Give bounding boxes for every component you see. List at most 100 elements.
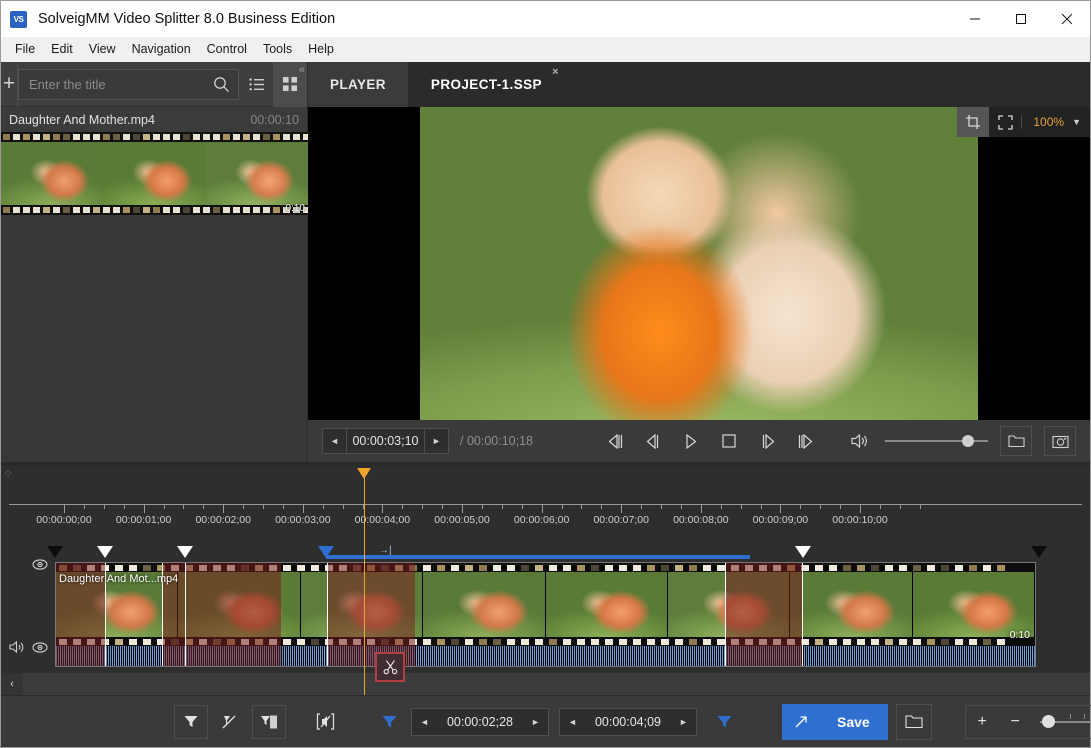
save-button[interactable]: Save (782, 704, 888, 740)
volume-knob[interactable] (962, 435, 974, 447)
close-button[interactable] (1044, 1, 1090, 37)
start-flag-icon[interactable] (372, 705, 406, 739)
timeline-marker[interactable] (1031, 546, 1047, 558)
list-view-icon[interactable] (239, 62, 273, 107)
media-item-thumbnail[interactable]: 0:10 (1, 132, 308, 215)
trim-start-prev-button[interactable]: ◄ (412, 709, 437, 735)
next-frame-icon[interactable] (786, 426, 824, 456)
volume-slider[interactable] (885, 433, 988, 449)
timeline-marker[interactable] (318, 546, 334, 558)
play-icon[interactable] (672, 426, 710, 456)
clip-audio-waveform (56, 646, 1035, 666)
timeline-marker[interactable] (177, 546, 193, 558)
zoom-in-button[interactable]: + (966, 706, 999, 738)
search-input[interactable] (19, 77, 205, 92)
zoom-level-dropdown[interactable]: 100% ▼ (1021, 115, 1090, 129)
film-perforation (731, 639, 739, 645)
ruler-tick (542, 504, 543, 513)
prev-frame-icon[interactable] (596, 426, 634, 456)
prev-keyframe-icon[interactable] (634, 426, 672, 456)
end-flag-icon[interactable] (707, 705, 741, 739)
film-perforation (381, 565, 389, 571)
film-perforation (33, 134, 40, 140)
fullscreen-icon[interactable] (989, 107, 1021, 137)
timeline-horizontal-scrollbar[interactable]: ‹ (1, 673, 1090, 695)
timeline-track[interactable]: →| (1, 546, 1090, 671)
trim-end-stepper[interactable]: ◄ 00:00:04;09 ► (559, 708, 697, 736)
video-visibility-eye-icon[interactable] (32, 556, 48, 572)
menu-help[interactable]: Help (300, 39, 342, 60)
ruler-label: 00:00:07;00 (593, 514, 648, 526)
menu-navigation[interactable]: Navigation (124, 39, 199, 60)
scissors-icon[interactable] (375, 652, 405, 682)
playhead-handle[interactable] (357, 468, 371, 479)
trim-start-next-button[interactable]: ► (523, 709, 548, 735)
film-perforation (969, 639, 977, 645)
search-icon[interactable] (205, 69, 238, 100)
time-step-forward-button[interactable]: ► (425, 429, 448, 453)
crop-icon[interactable] (957, 107, 989, 137)
media-item-header[interactable]: Daughter And Mother.mp4 00:00:10 (1, 107, 307, 132)
trim-end-next-button[interactable]: ► (671, 709, 696, 735)
playhead[interactable] (364, 478, 365, 695)
tab-close-icon[interactable]: × (552, 66, 559, 78)
snapshot-icon[interactable] (1044, 426, 1076, 456)
trim-end-prev-button[interactable]: ◄ (560, 709, 585, 735)
timeline-panel[interactable]: ◇ 00:00:00;0000:00:01;0000:00:02;0000:00… (1, 466, 1090, 695)
timeline-ruler[interactable]: 00:00:00;0000:00:01;0000:00:02;0000:00:0… (1, 494, 1090, 520)
mark-in-filter-icon[interactable] (174, 705, 208, 739)
film-perforation (381, 639, 389, 645)
film-perforation (143, 134, 150, 140)
film-perforation (63, 134, 70, 140)
timeline-zoom-slider[interactable] (1040, 706, 1091, 738)
film-perforation (213, 207, 220, 213)
media-search-box[interactable] (18, 69, 239, 100)
maximize-button[interactable] (998, 1, 1044, 37)
film-perforation (143, 565, 151, 571)
output-folder-icon[interactable] (896, 704, 932, 740)
cut-mark-icon[interactable] (213, 705, 247, 739)
trim-start-value[interactable]: 00:00:02;28 (437, 709, 523, 735)
time-step-back-button[interactable]: ◄ (323, 429, 346, 453)
zoom-out-button[interactable]: − (999, 706, 1032, 738)
ruler-tick-minor (482, 504, 483, 509)
add-media-button[interactable]: + (1, 62, 18, 107)
trim-end-value[interactable]: 00:00:04;09 (585, 709, 671, 735)
stop-icon[interactable] (710, 426, 748, 456)
film-perforation (213, 565, 221, 571)
menu-file[interactable]: File (7, 39, 43, 60)
menu-tools[interactable]: Tools (255, 39, 300, 60)
trim-start-stepper[interactable]: ◄ 00:00:02;28 ► (411, 708, 549, 736)
open-folder-icon[interactable] (1000, 426, 1032, 456)
video-preview[interactable]: 100% ▼ (308, 107, 1090, 420)
scroll-left-icon[interactable]: ‹ (1, 673, 23, 695)
menu-view[interactable]: View (81, 39, 124, 60)
film-perforation (465, 565, 473, 571)
tab-player[interactable]: PLAYER (308, 62, 409, 107)
current-time-stepper[interactable]: ◄ 00:00:03;10 ► (322, 428, 449, 454)
scrollbar-thumb[interactable] (23, 673, 1090, 695)
timeline-marker[interactable] (47, 546, 63, 558)
film-perforation (759, 639, 767, 645)
menu-control[interactable]: Control (199, 39, 255, 60)
ruler-tick-minor (900, 504, 901, 509)
minimize-button[interactable] (952, 1, 998, 37)
film-perforation (353, 639, 361, 645)
timeline-marker[interactable] (97, 546, 113, 558)
film-perforation (233, 134, 240, 140)
collapse-panel-icon[interactable]: « (299, 64, 305, 76)
film-perforation (913, 565, 921, 571)
volume-control[interactable] (843, 426, 988, 457)
tab-project[interactable]: PROJECT-1.SSP × (409, 62, 565, 107)
audio-visibility-eye-icon[interactable] (32, 639, 48, 655)
speaker-icon[interactable] (843, 426, 876, 457)
next-keyframe-icon[interactable] (748, 426, 786, 456)
audio-mute-speaker-icon[interactable] (9, 639, 27, 655)
mark-out-filter-icon[interactable] (252, 705, 286, 739)
menu-edit[interactable]: Edit (43, 39, 81, 60)
zoom-slider-knob[interactable] (1042, 715, 1055, 728)
timeline-clip[interactable]: Daughter And Mot...mp4 0:10 (55, 562, 1036, 667)
mute-fragment-icon[interactable] (308, 705, 342, 739)
current-time-value[interactable]: 00:00:03;10 (346, 429, 425, 453)
timeline-marker[interactable] (795, 546, 811, 558)
